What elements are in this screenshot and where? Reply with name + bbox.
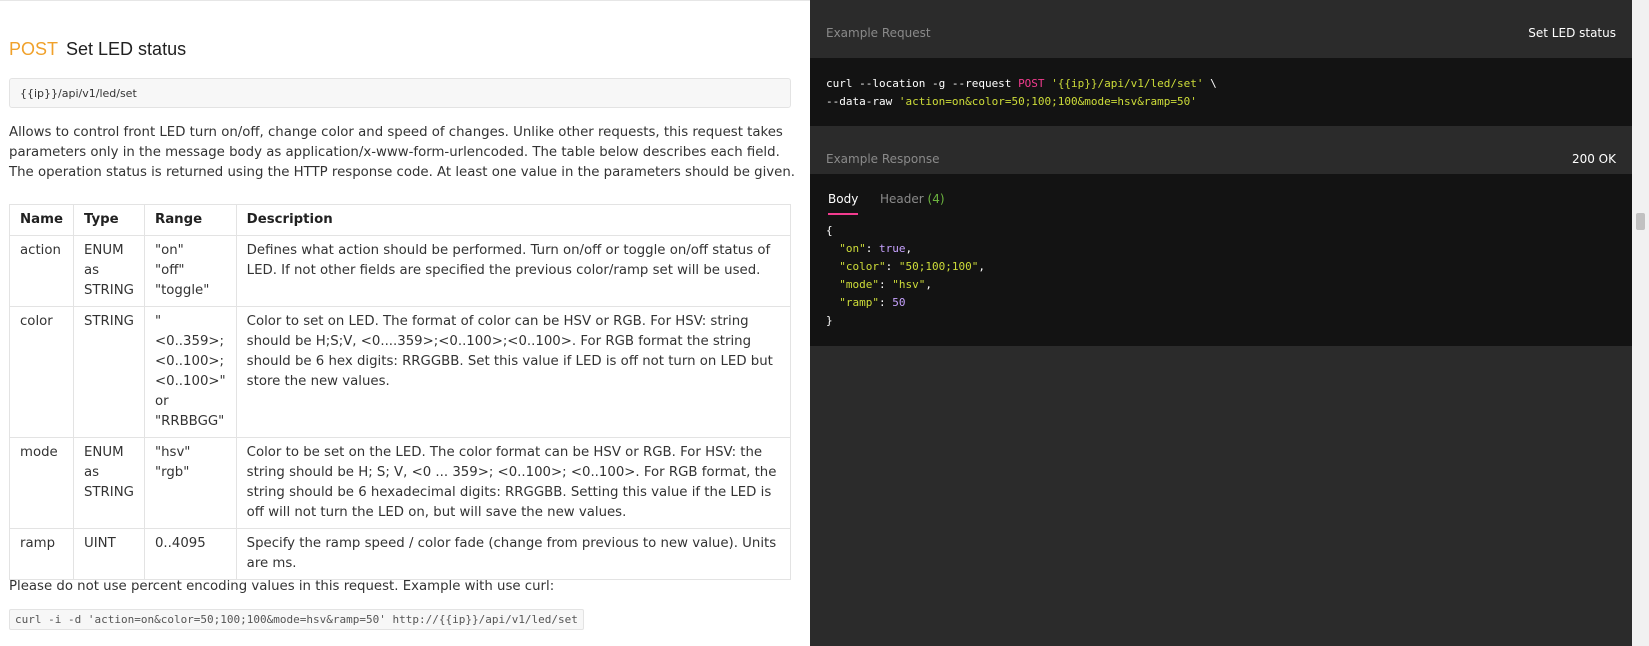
param-name: color — [9, 306, 74, 438]
example-request-code: curl --location -g --request POST '{{ip}… — [810, 58, 1632, 126]
param-type: ENUM as STRING — [72, 235, 145, 307]
curl-example-code: curl -i -d 'action=on&color=50;100;100&m… — [9, 609, 584, 630]
request-method: POST — [9, 39, 59, 59]
vertical-scrollbar[interactable] — [1632, 0, 1649, 646]
encoding-note: Please do not use percent encoding value… — [9, 579, 555, 594]
param-type: ENUM as STRING — [72, 437, 145, 529]
response-json: { "on": true, "color": "50;100;100", "mo… — [826, 224, 985, 327]
column-header-description: Description — [235, 204, 792, 236]
example-request-selector[interactable]: Set LED status — [1528, 26, 1616, 40]
examples-pane: Example Request Set LED status curl --lo… — [810, 0, 1632, 646]
param-name: ramp — [9, 528, 74, 580]
response-status: 200 OK — [1571, 152, 1616, 166]
table-row: action ENUM as STRING "on" "off" "toggle" De… — [9, 235, 792, 307]
request-name: Set LED status — [66, 39, 187, 59]
documentation-pane: POST Set LED status {{ip}}/api/v1/led/set… — [0, 0, 810, 646]
column-header-range: Range — [143, 204, 237, 236]
parameters-table: Name Type Range Description action ENUM a… — [9, 204, 792, 580]
param-description: Defines what action should be performed.… — [235, 235, 792, 307]
param-range: "<0..359>; <0..100>; <0..100>" or "RRBBGG" — [143, 306, 237, 438]
tab-body[interactable]: Body — [828, 192, 859, 215]
column-header-name: Name — [9, 204, 74, 236]
request-url[interactable]: {{ip}}/api/v1/led/set — [9, 78, 791, 108]
param-range: "on" "off" "toggle" — [143, 235, 237, 307]
example-response-body: Body Header (4) { "on": true, "color": "… — [810, 174, 1632, 346]
param-description: Specify the ramp speed / color fade (cha… — [235, 528, 792, 580]
param-range: 0..4095 — [143, 528, 237, 580]
tab-header[interactable]: Header (4) — [880, 192, 945, 206]
column-header-type: Type — [72, 204, 145, 236]
param-description: Color to set on LED. The format of color… — [235, 306, 792, 438]
header-count-badge: (4) — [927, 192, 945, 206]
table-header-row: Name Type Range Description — [9, 204, 792, 236]
table-row: ramp UINT 0..4095 Specify the ramp speed… — [9, 528, 792, 580]
example-request-label: Example Request — [826, 26, 931, 40]
param-type: STRING — [72, 306, 145, 438]
param-description: Color to be set on the LED. The color fo… — [235, 437, 792, 529]
scrollbar-thumb[interactable] — [1636, 213, 1645, 230]
request-description: Allows to control front LED turn on/off,… — [9, 125, 795, 180]
param-name: action — [9, 235, 74, 307]
request-title: POST Set LED status — [9, 39, 186, 60]
table-row: mode ENUM as STRING "hsv" "rgb" Color to be… — [9, 437, 792, 529]
table-row: color STRING "<0..359>; <0..100>; <0..100>… — [9, 306, 792, 438]
example-request-header: Example Request Set LED status — [810, 0, 1632, 58]
param-type: UINT — [72, 528, 145, 580]
example-response-label: Example Response — [826, 152, 940, 166]
param-range: "hsv" "rgb" — [143, 437, 237, 529]
param-name: mode — [9, 437, 74, 529]
